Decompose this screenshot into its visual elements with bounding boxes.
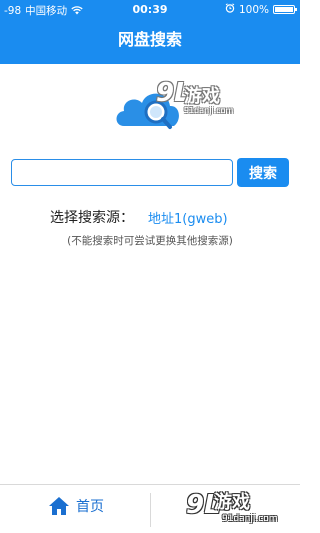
battery-icon bbox=[273, 5, 297, 14]
tab-home-label: 首页 bbox=[76, 499, 104, 515]
tab-divider bbox=[150, 493, 151, 527]
page-title: 网盘搜索 bbox=[117, 30, 182, 49]
search-input[interactable] bbox=[11, 159, 233, 186]
battery-fill bbox=[275, 7, 293, 12]
source-hint: (不能搜索时可尝试更换其他搜索源) bbox=[67, 235, 233, 247]
tab-home[interactable]: 首页 bbox=[48, 496, 104, 516]
status-bar: -98 中国移动 00:39 100% bbox=[0, 0, 300, 20]
watermark-logo: 9L 游戏 91danji.com bbox=[186, 488, 296, 530]
watermark-text: 游戏 bbox=[214, 492, 250, 513]
app-logo: 9L 游戏 91danji.com bbox=[112, 76, 234, 138]
source-row: 选择搜索源： 地址1(gweb) bbox=[50, 207, 290, 227]
logo-sub: 91danji.com bbox=[184, 106, 234, 115]
nav-bar: 网盘搜索 bbox=[0, 20, 300, 64]
logo-text: 游戏 bbox=[184, 86, 220, 107]
alarm-icon bbox=[225, 3, 235, 16]
search-row: 搜索 bbox=[11, 158, 291, 187]
battery-percent: 100% bbox=[238, 3, 269, 16]
status-right: 100% bbox=[225, 3, 297, 16]
watermark-sub: 91danji.com bbox=[222, 514, 278, 524]
source-label: 选择搜索源： bbox=[50, 210, 134, 226]
home-icon bbox=[48, 496, 70, 516]
source-selector[interactable]: 地址1(gweb) bbox=[148, 208, 228, 227]
app-screen: -98 中国移动 00:39 100% 网盘搜索 9L 游戏 91danji.c… bbox=[0, 0, 300, 533]
search-button[interactable]: 搜索 bbox=[237, 158, 289, 187]
